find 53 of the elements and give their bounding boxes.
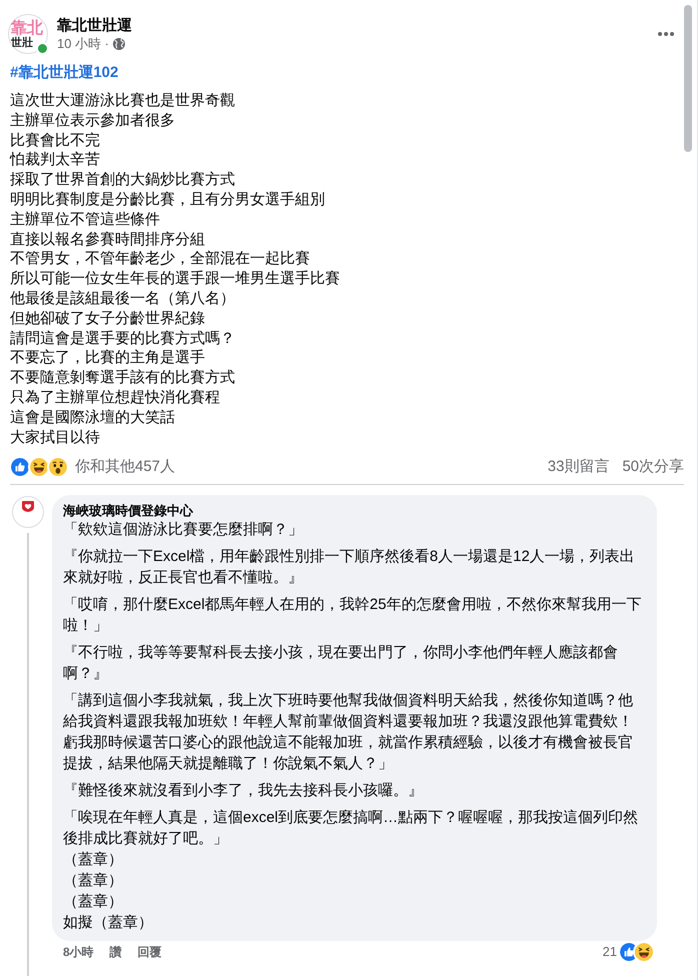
comment-paragraph: 「唉現在年輕人真是，這個excel到底要怎麼搞啊…點兩下？喔喔喔，那我按這個列印然後排成比賽就好了吧。」	[63, 808, 640, 850]
reaction-summary[interactable]: 你和其他457人	[75, 457, 176, 476]
like-link[interactable]: 讚	[110, 944, 122, 960]
laughing-face-icon	[30, 458, 48, 476]
comment-paragraph: 「欸欸這個游泳比賽要怎麼排啊？」	[63, 520, 304, 540]
comment-time[interactable]: 8小時	[63, 944, 94, 960]
stamp-line: 如擬（蓋章）	[63, 913, 154, 934]
comment-paragraph: 『不行啦，我等等要幫科長去接小孩，現在要出門了，你問小李他們年輕人應該都會啊？』	[63, 643, 619, 684]
post-text-line: 不要隨意剝奪選手該有的比賽方式	[10, 368, 236, 388]
comment-count[interactable]: 33則留言	[548, 457, 610, 476]
post-text-line: 採取了世界首創的大鍋炒比賽方式	[10, 170, 236, 190]
comment-paragraph: 「哎唷，那什麼Excel都馬年輕人在用的，我幹25年的怎麼會用啦，不然你來幫我用一下啦！」	[63, 595, 642, 636]
heart-logo-icon	[22, 501, 34, 512]
post-text-line: 主辦單位表示參加者很多	[10, 110, 176, 131]
avatar-logo-text: 世壯	[11, 36, 33, 48]
post-text-line: 只為了主辦單位想趕快消化賽程	[10, 388, 221, 408]
reply-link[interactable]: 回覆	[138, 944, 162, 960]
author-name[interactable]: 靠北世壯運	[57, 16, 132, 36]
reaction-count[interactable]: 21	[602, 944, 617, 960]
comment-paragraph: 『難怪後來就沒看到小李了，我先去接科長小孩囉。』	[63, 781, 424, 802]
hashtag-link[interactable]: #靠北世壯運102	[10, 64, 118, 81]
post-text-line: 不要忘了，比賽的主角是選手	[10, 348, 206, 368]
commenter-avatar[interactable]	[12, 496, 44, 528]
thumbs-up-icon	[11, 458, 29, 476]
post-text-line: 這會是國際泳壇的大笑話	[10, 408, 176, 428]
stamp-line: （蓋章）	[63, 871, 124, 892]
comment-paragraph: 「講到這個小李我就氣，我上次下班時要他幫我做個資料明天給我，然後你知道嗎？他給我資料還跟我報加班欸！年輕人幫前輩做個資料還要報加班？我還沒跟他算電費欸！虧我那時候還苦口婆心的跟他說這不能報加班，就當作累積經驗，以後才有機會被長官提拔，結果他隔天就提離職了！你說氣不氣人？」	[63, 691, 634, 774]
globe-icon	[113, 38, 126, 50]
stamp-line: （蓋章）	[63, 850, 124, 870]
post-text-line: 怕裁判太辛苦	[10, 150, 101, 170]
post-text-line: 比賽會比不完	[10, 130, 101, 150]
commenter-name[interactable]: 海峽玻璃時價登錄中心	[63, 503, 645, 520]
stamp-line: （蓋章）	[63, 892, 124, 912]
thumbs-up-icon	[620, 943, 638, 962]
page-avatar[interactable]: 靠北 世壯	[8, 14, 48, 54]
post-text-line: 這次世大運游泳比賽也是世界奇觀	[10, 91, 236, 111]
post-text-line: 但她卻破了女子分齡世界紀錄	[10, 308, 206, 329]
post-text-line: 大家拭目以待	[10, 428, 101, 448]
post-time[interactable]: 10 小時 ·	[57, 36, 110, 52]
share-count[interactable]: 50次分享	[622, 457, 684, 476]
laughing-face-icon	[635, 943, 653, 962]
post-text-line: 不管男女，不管年齡老少，全部混在一起比賽	[10, 249, 311, 270]
post-text-line: 所以可能一位女生年長的選手跟一堆男生選手比賽	[10, 269, 341, 289]
surprised-face-icon	[49, 458, 67, 476]
avatar-logo-text: 靠北	[11, 20, 43, 36]
post-text-line: 主辦單位不管這些條件	[10, 210, 161, 230]
post-text-line: 他最後是該組最後一名（第八名）	[10, 288, 236, 309]
comment-paragraph: 『你就拉一下Excel檔，用年齡跟性別排一下順序然後看8人一場還是12人一場，列表出來就好啦，反正長官也看不懂啦。』	[63, 547, 636, 588]
more-options-icon	[658, 32, 674, 36]
post-text-line: 明明比賽制度是分齡比賽，且有分男女選手組別	[10, 190, 326, 210]
post-text-line: 請問這會是選手要的比賽方式嗎？	[10, 328, 236, 348]
scrollbar-thumb[interactable]	[684, 5, 692, 152]
post-text-line: 直接以報名參賽時間排序分組	[10, 230, 206, 250]
